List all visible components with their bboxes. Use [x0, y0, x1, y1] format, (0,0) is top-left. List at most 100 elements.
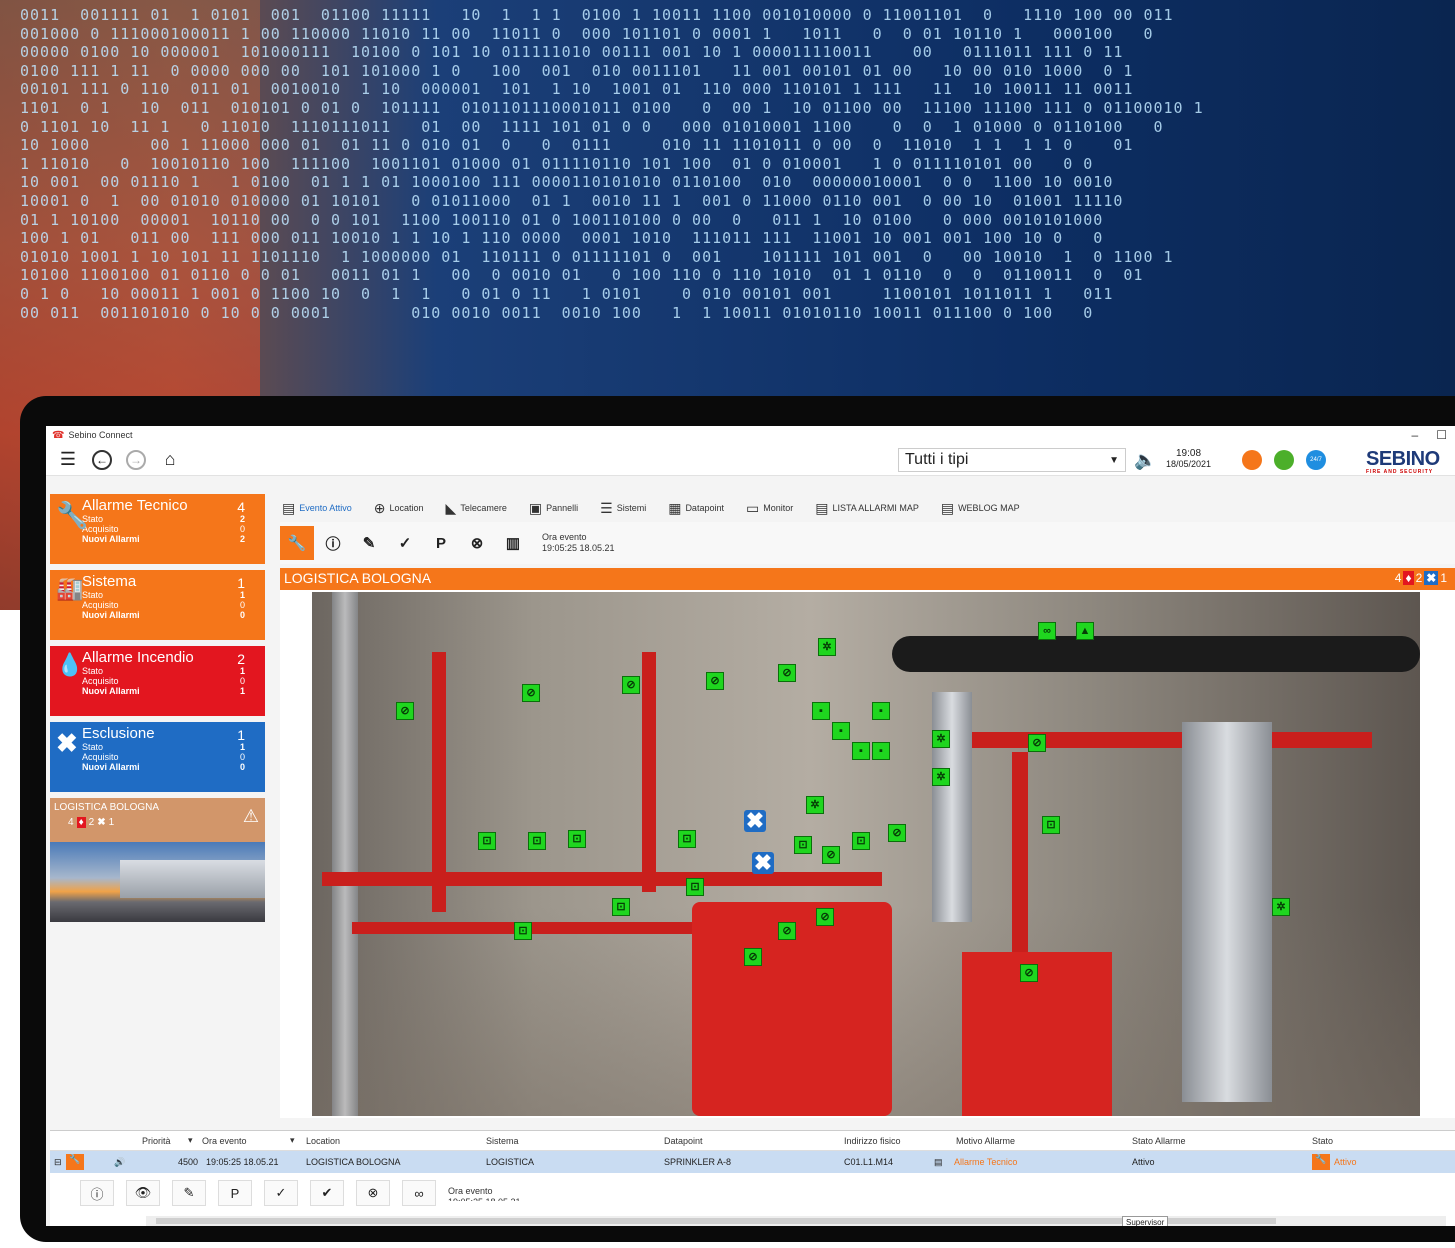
home-button[interactable]: ⌂: [158, 448, 182, 472]
edit-button[interactable]: ✎: [352, 526, 386, 560]
card-allarme-tecnico[interactable]: 🔧 Allarme Tecnico 4 Stato 2 Acquisito 0 Nu…: [50, 494, 265, 564]
datapoint-marker[interactable]: ▪: [872, 742, 890, 760]
datapoint-marker[interactable]: ⊡: [528, 832, 546, 850]
datapoint-marker[interactable]: ⊡: [568, 830, 586, 848]
datapoint-marker[interactable]: ⊘: [1028, 734, 1046, 752]
datapoint-marker[interactable]: ⊘: [744, 948, 762, 966]
stop-button[interactable]: ⊗: [356, 1180, 390, 1206]
link-button[interactable]: ∞: [402, 1180, 436, 1206]
exclusion-marker[interactable]: ✖: [744, 808, 766, 833]
back-button[interactable]: ←: [90, 448, 114, 472]
info-button[interactable]: ⓘ: [316, 526, 350, 560]
datapoint-marker[interactable]: ⊘: [1020, 964, 1038, 982]
col-datapoint[interactable]: Datapoint: [664, 1136, 703, 1146]
acknowledge-button[interactable]: ✓: [388, 526, 422, 560]
datapoint-marker[interactable]: ⊘: [822, 846, 840, 864]
datapoint-marker[interactable]: ⊡: [478, 832, 496, 850]
card-esclusione[interactable]: ✖ Esclusione 1 Stato 1 Acquisito 0 Nuovi A…: [50, 722, 265, 792]
log-button[interactable]: ▥: [496, 526, 530, 560]
col-location[interactable]: Location: [306, 1136, 340, 1146]
datapoint-marker[interactable]: ⊡: [612, 898, 630, 916]
tab-weblog-map[interactable]: ▤ WEBLOG MAP: [941, 500, 1020, 517]
datapoint-marker[interactable]: ⊘: [622, 676, 640, 694]
card-row: Nuovi Allarmi 0: [82, 762, 259, 772]
tab-monitor[interactable]: ▭ Monitor: [746, 500, 793, 517]
p-button[interactable]: P: [424, 526, 458, 560]
datapoint-marker[interactable]: ⊘: [778, 922, 796, 940]
minimize-icon[interactable]: –: [1412, 428, 1419, 442]
alarm-status-icon[interactable]: [1242, 450, 1262, 470]
datapoint-marker[interactable]: ✲: [818, 638, 836, 656]
datapoint-marker[interactable]: ▪: [852, 742, 870, 760]
datapoint-marker[interactable]: ⊡: [678, 830, 696, 848]
expand-icon[interactable]: ⊟: [54, 1157, 62, 1168]
col-address[interactable]: Indirizzo fisico: [844, 1136, 901, 1146]
card-row: Stato 1: [82, 590, 259, 600]
type-filter-select[interactable]: Tutti i tipi ▼: [898, 448, 1126, 472]
stop-button[interactable]: ⊗: [460, 526, 494, 560]
tab-telecamere[interactable]: ◣ Telecamere: [446, 500, 507, 517]
datapoint-marker[interactable]: ✲: [932, 768, 950, 786]
tab-lista-allarmi-map[interactable]: ▤ LISTA ALLARMI MAP: [815, 500, 919, 517]
eye-button[interactable]: 👁: [126, 1180, 160, 1206]
scrollbar-thumb[interactable]: [156, 1218, 1276, 1224]
horizontal-scrollbar[interactable]: [146, 1216, 1446, 1226]
connection-status-icon[interactable]: [1274, 450, 1294, 470]
chevron-down-icon: ▼: [1109, 454, 1119, 466]
tab-evento-attivo[interactable]: ▤ Evento Attivo: [282, 500, 352, 517]
forward-button[interactable]: →: [124, 448, 148, 472]
hamburger-menu-icon[interactable]: ☰: [56, 448, 80, 472]
building-icon: 🏭: [56, 576, 84, 601]
sort-down-icon[interactable]: ▾: [188, 1135, 193, 1146]
support-247-icon[interactable]: 24/7: [1306, 450, 1326, 470]
edit-button[interactable]: ✎: [172, 1180, 206, 1206]
speaker-mute-icon[interactable]: 🔈: [1134, 450, 1156, 471]
datapoint-marker[interactable]: ✲: [806, 796, 824, 814]
card-count: 2: [237, 651, 245, 667]
datapoint-marker[interactable]: ⊘: [706, 672, 724, 690]
datapoint-marker[interactable]: ⊘: [816, 908, 834, 926]
datapoint-marker[interactable]: ▪: [872, 702, 890, 720]
tab-pannelli[interactable]: ▣ Pannelli: [529, 500, 578, 517]
datapoint-marker[interactable]: ⊘: [396, 702, 414, 720]
card-count: 1: [237, 575, 245, 591]
filter-down-icon[interactable]: ▾: [290, 1135, 295, 1146]
datapoint-marker[interactable]: ✲: [932, 730, 950, 748]
datapoint-marker[interactable]: ▪: [812, 702, 830, 720]
datapoint-marker[interactable]: ⊘: [888, 824, 906, 842]
datapoint-marker[interactable]: ▪: [832, 722, 850, 740]
col-priority[interactable]: Priorità: [142, 1136, 171, 1146]
datapoint-marker[interactable]: ▲: [1076, 622, 1094, 640]
p-button[interactable]: P: [218, 1180, 252, 1206]
cell-datapoint: SPRINKLER A-8: [664, 1157, 732, 1167]
datapoint-marker[interactable]: ⊡: [514, 922, 532, 940]
acknowledge-all-button[interactable]: ✔: [310, 1180, 344, 1206]
acknowledge-button[interactable]: ✓: [264, 1180, 298, 1206]
wrench-button[interactable]: 🔧: [280, 526, 314, 560]
card-sistema[interactable]: 🏭 Sistema 1 Stato 1 Acquisito 0 Nuovi Alla…: [50, 570, 265, 640]
col-system[interactable]: Sistema: [486, 1136, 519, 1146]
col-reason[interactable]: Motivo Allarme: [956, 1136, 1015, 1146]
datapoint-marker[interactable]: ⊡: [1042, 816, 1060, 834]
datapoint-marker[interactable]: ⊡: [794, 836, 812, 854]
tab-sistemi[interactable]: ☰ Sistemi: [600, 500, 646, 517]
card-allarme-incendio[interactable]: 💧 Allarme Incendio 2 Stato 1 Acquisito 0 N…: [50, 646, 265, 716]
location-card[interactable]: LOGISTICA BOLOGNA 4 ♦ 2 ✖ 1 ⚠: [50, 798, 265, 922]
maximize-icon[interactable]: ☐: [1436, 428, 1447, 442]
speaker-icon[interactable]: 🔊: [114, 1157, 125, 1168]
datapoint-marker[interactable]: ∞: [1038, 622, 1056, 640]
binary-line: 00000 0100 10 000001 101000111 10100 0 1…: [20, 43, 1124, 62]
datapoint-marker[interactable]: ⊡: [852, 832, 870, 850]
datapoint-marker[interactable]: ✲: [1272, 898, 1290, 916]
datapoint-marker[interactable]: ⊘: [522, 684, 540, 702]
table-row[interactable]: ⊟ 🔧 🔊 4500 19:05:25 18.05.21 LOGISTICA B…: [50, 1151, 1455, 1173]
tab-datapoint[interactable]: ▦ Datapoint: [668, 500, 724, 517]
exclusion-marker[interactable]: ✖: [752, 850, 774, 875]
datapoint-marker[interactable]: ⊘: [778, 664, 796, 682]
col-time[interactable]: Ora evento: [202, 1136, 247, 1146]
datapoint-marker[interactable]: ⊡: [686, 878, 704, 896]
col-state[interactable]: Stato: [1312, 1136, 1333, 1146]
col-alarm-state[interactable]: Stato Allarme: [1132, 1136, 1186, 1146]
tab-location[interactable]: ⊕ Location: [374, 500, 424, 517]
info-button[interactable]: ⓘ: [80, 1180, 114, 1206]
